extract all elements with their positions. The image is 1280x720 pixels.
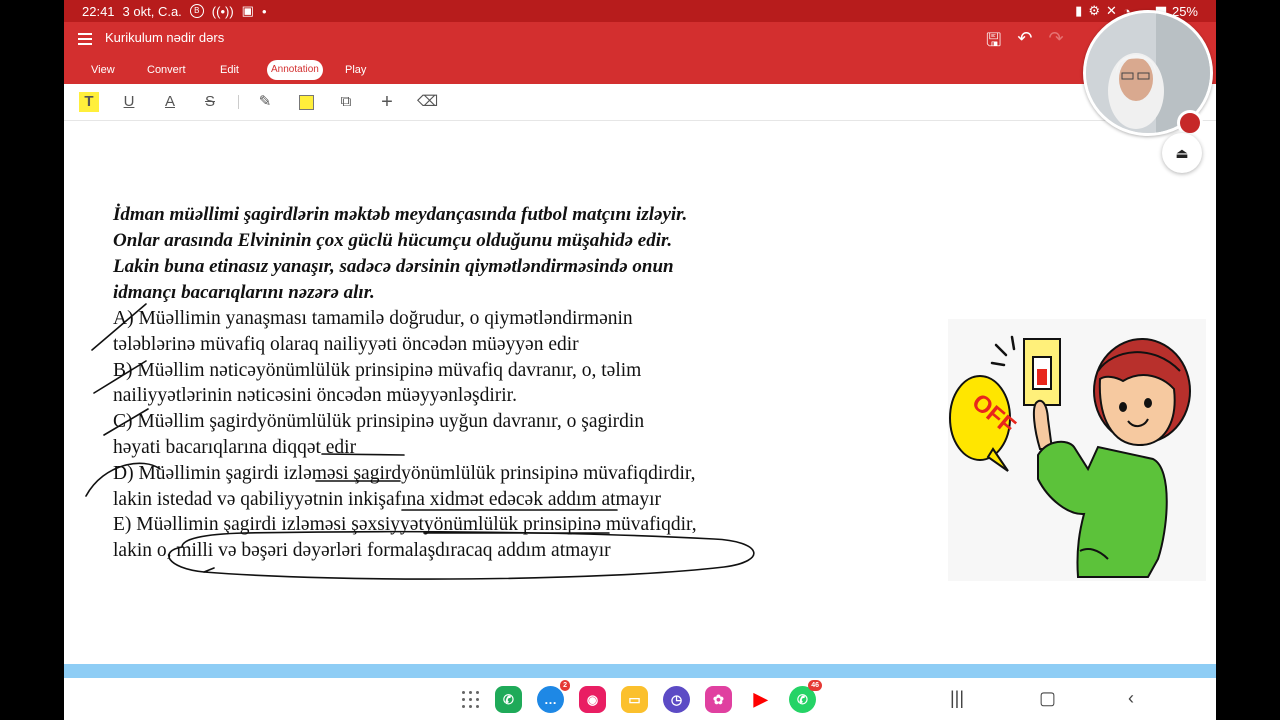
text-color-icon[interactable]: A [160, 92, 180, 112]
option-a-line1: A) Müəllimin yanaşması tamamilə doğrudur… [113, 308, 633, 329]
option-c-line2: həyati bacarıqlarına diqqət edir [113, 436, 357, 458]
answer-options: A) Müəllimin yanaşması tamamilə doğrudur… [113, 306, 873, 564]
option-b-line2: nailiyyətlərinin nəticəsini öncədən müəy… [113, 385, 517, 407]
stem-line: idmançı bacarıqlarını nəzərə alır. [113, 282, 375, 303]
messages-app-icon[interactable]: … 2 [537, 680, 570, 713]
app-drawer-icon[interactable] [462, 690, 480, 709]
battery-saver-icon: ▮ [1075, 3, 1083, 18]
tablet-screen: 22:41 3 okt, C.a. B ((•)) ▣ • ▮ ⚙ ✕ ◔ ▂▄… [64, 0, 1216, 720]
hotspot-icon: ((•)) [211, 3, 234, 19]
toolbar-divider [238, 95, 239, 109]
status-date: 3 okt, C.a. [122, 3, 182, 19]
option-c-line1: C) Müəllim şagirdyönümlülük prinsipinə u… [113, 411, 645, 433]
annotation-toolbar: T U A S ✎ ⧉ + ⌫ [64, 84, 1216, 121]
messages-badge: 2 [560, 680, 570, 691]
shapes-icon[interactable]: ⧉ [336, 92, 356, 112]
option-e-line1: E) Müəllimin şagirdi izləməsi şəxsiyyəty… [113, 514, 697, 536]
stem-line: Onlar arasında Elvininin çox güclü hücum… [113, 230, 673, 251]
strikethrough-icon[interactable]: S [200, 92, 220, 112]
mute-icon: ✕ [1105, 3, 1117, 18]
tab-annotation[interactable]: Annotation [267, 60, 323, 80]
phone-app-icon[interactable]: ✆ [495, 686, 522, 713]
document-title: Kurikulum nədir dərs [105, 30, 225, 45]
add-icon[interactable]: + [377, 92, 397, 112]
youtube-app-icon[interactable]: ▶ [747, 686, 774, 713]
tab-convert[interactable]: Convert [147, 60, 186, 80]
back-icon[interactable]: ‹ [1128, 688, 1134, 709]
menu-icon[interactable] [78, 30, 92, 48]
status-bar: 22:41 3 okt, C.a. B ((•)) ▣ • ▮ ⚙ ✕ ◔ ▂▄… [64, 0, 1216, 22]
files-app-icon[interactable]: ▭ [621, 686, 648, 713]
app-bar: Kurikulum nədir dərs 🖫 ↶ ↷ View Convert … [64, 22, 1216, 84]
progress-bar[interactable] [64, 664, 1216, 678]
recent-apps-icon[interactable]: ||| [950, 688, 964, 709]
option-a-line2: tələblərinə müvafiq olaraq nailiyyəti ön… [113, 333, 579, 355]
stem-line: Lakin buna etinasız yanaşır, sadəcə dərs… [113, 256, 674, 277]
question-stem: İdman müəllimi şagirdlərin məktəb meydan… [113, 202, 853, 306]
clock-app-icon[interactable]: ◷ [663, 686, 690, 713]
gallery-notification-icon: ▣ [241, 3, 254, 18]
stem-line: İdman müəllimi şagirdlərin məktəb meydan… [113, 204, 688, 225]
document-page: İdman müəllimi şagirdlərin məktəb meydan… [64, 121, 1216, 664]
tab-play[interactable]: Play [345, 60, 366, 80]
home-icon[interactable]: ▢ [1039, 688, 1056, 709]
settings-icon: ⚙ [1088, 3, 1100, 18]
option-d-line2: lakin istedad və qabiliyyətnin inkişafın… [113, 488, 661, 510]
option-d-line1: D) Müəllimin şagirdi izləməsi şagirdyönü… [113, 462, 696, 484]
gallery-app-icon[interactable]: ✿ [705, 686, 732, 713]
b-icon: B [189, 4, 204, 18]
whatsapp-app-icon[interactable]: ✆ 46 [789, 680, 822, 713]
pen-icon[interactable]: ✎ [255, 92, 275, 112]
whatsapp-badge: 46 [808, 680, 822, 691]
option-b-line1: B) Müəllim nəticəyönümlülük prinsipinə m… [113, 359, 642, 381]
dot-icon: • [261, 3, 267, 19]
eject-icon[interactable]: ⏏ [1162, 133, 1202, 173]
option-e-line2: lakin o, milli və bəşəri dəyərləri forma… [113, 540, 611, 562]
status-time: 22:41 [82, 3, 115, 19]
area-highlight-icon[interactable] [296, 92, 316, 112]
camera-app-icon[interactable]: ◉ [579, 686, 606, 713]
off-switch-cartoon: OFF [948, 319, 1206, 581]
eraser-icon[interactable]: ⌫ [417, 92, 438, 112]
underline-icon[interactable]: U [119, 92, 139, 112]
save-icon[interactable]: 🖫 [986, 28, 1001, 58]
tab-view[interactable]: View [91, 60, 115, 80]
tab-edit[interactable]: Edit [220, 60, 239, 80]
text-highlight-icon[interactable]: T [79, 92, 99, 112]
undo-icon[interactable]: ↶ [1017, 28, 1032, 58]
redo-icon[interactable]: ↷ [1048, 28, 1063, 58]
system-navigation-bar: ✆ … 2 ◉ ▭ ◷ ✿ ▶ ✆ 46 ||| ▢ ‹ [64, 678, 1216, 720]
